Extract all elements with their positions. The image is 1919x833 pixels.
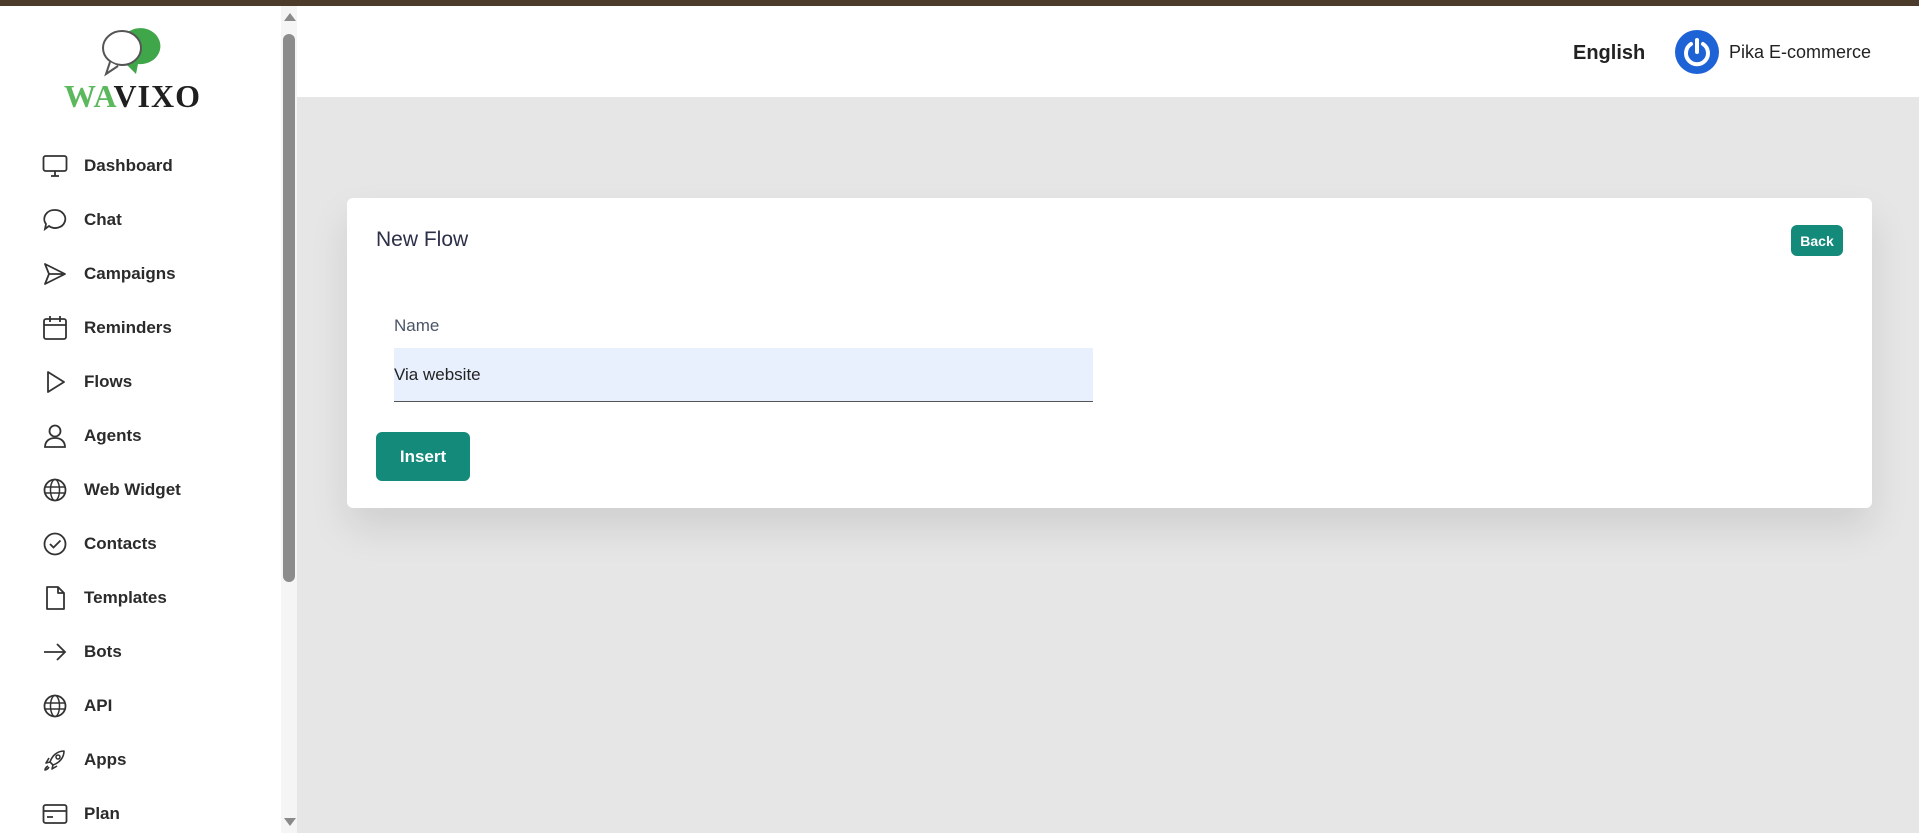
document-icon [40,583,70,613]
globe-icon [40,475,70,505]
sidebar-item-flows[interactable]: Flows [40,362,270,402]
insert-button[interactable]: Insert [376,432,470,481]
top-header: English Pika E-commerce [297,6,1919,97]
sidebar-item-chat[interactable]: Chat [40,200,270,240]
logo-text: WAVIXO [64,78,201,114]
sidebar-item-dashboard[interactable]: Dashboard [40,146,270,186]
sidebar-item-label: Plan [84,804,120,823]
main-content: New Flow Back Name Insert [297,97,1919,833]
sidebar-item-label: Reminders [84,318,172,337]
sidebar-item-label: Dashboard [84,156,173,175]
credit-card-icon [40,799,70,829]
rocket-icon [40,745,70,775]
check-badge-icon [40,529,70,559]
user-menu[interactable]: Pika E-commerce [1675,30,1871,74]
sidebar-item-apps[interactable]: Apps [40,740,270,780]
new-flow-card: New Flow Back Name Insert [347,198,1872,508]
sidebar-item-label: Flows [84,372,133,391]
user-icon [40,421,70,451]
avatar [1675,30,1719,74]
sidebar-item-reminders[interactable]: Reminders [40,308,270,348]
wavixo-logo[interactable]: WAVIXO [60,22,220,114]
scroll-up-arrow-icon[interactable] [284,13,296,21]
power-icon [1684,38,1710,67]
monitor-icon [40,151,70,181]
back-button[interactable]: Back [1791,225,1843,256]
sidebar-item-label: API [84,696,113,715]
sidebar-item-label: Contacts [84,534,157,553]
scroll-down-arrow-icon[interactable] [284,818,296,826]
page-title: New Flow [376,228,469,251]
scroll-thumb[interactable] [283,34,295,582]
sidebar-item-contacts[interactable]: Contacts [40,524,270,564]
language-selector[interactable]: English [1573,42,1645,65]
sidebar-item-campaigns[interactable]: Campaigns [40,254,270,294]
play-icon [40,367,70,397]
globe-icon [40,691,70,721]
sidebar-item-label: Campaigns [84,264,176,283]
sidebar-item-templates[interactable]: Templates [40,578,270,618]
arrow-right-icon [40,637,70,667]
chat-bubbles-logo-icon [102,28,161,77]
sidebar-item-plan[interactable]: Plan [40,794,270,833]
sidebar-item-agents[interactable]: Agents [40,416,270,456]
sidebar-item-api[interactable]: API [40,686,270,726]
sidebar-item-label: Agents [84,426,142,445]
send-icon [40,259,70,289]
calendar-icon [40,313,70,343]
sidebar-item-label: Web Widget [84,480,181,499]
sidebar-item-label: Bots [84,642,122,661]
sidebar: WAVIXO Dashboard Chat Campaigns Reminder… [0,6,282,833]
sidebar-item-label: Chat [84,210,122,229]
sidebar-item-label: Apps [84,750,127,769]
sidebar-item-web-widget[interactable]: Web Widget [40,470,270,510]
sidebar-item-label: Templates [84,588,167,607]
name-field-label: Name [394,316,440,335]
chat-bubble-icon [40,205,70,235]
sidebar-scrollbar[interactable] [281,6,297,833]
user-name: Pika E-commerce [1729,41,1872,62]
name-field[interactable] [394,348,1093,402]
sidebar-item-bots[interactable]: Bots [40,632,270,672]
